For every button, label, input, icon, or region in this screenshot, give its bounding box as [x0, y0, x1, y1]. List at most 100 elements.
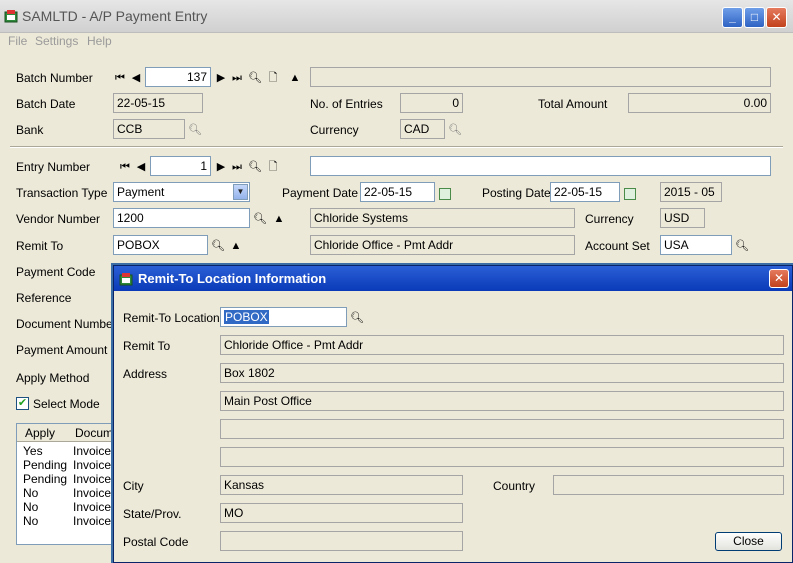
search-icon[interactable]: 🔍︎ — [735, 239, 749, 253]
address-line-1: Box 1802 — [220, 363, 784, 383]
select-mode-checkbox[interactable]: ✔ — [16, 397, 29, 410]
apply-method-label: Apply Method — [16, 371, 90, 385]
search-icon[interactable]: 🔍︎ — [248, 71, 262, 85]
search-icon[interactable]: 🔍︎ — [248, 160, 262, 174]
transaction-type-label: Transaction Type — [16, 186, 108, 200]
cell-apply: Pending — [23, 472, 68, 486]
batch-description-field[interactable] — [310, 67, 771, 87]
country-label: Country — [493, 479, 536, 493]
menu-file[interactable]: File — [8, 34, 27, 48]
posting-date-label: Posting Date — [482, 186, 551, 200]
remit-location-input[interactable]: POBOX — [220, 307, 347, 327]
maximize-button[interactable]: □ — [744, 7, 765, 28]
state-field: MO — [220, 503, 463, 523]
previous-record-icon[interactable]: ◀ — [129, 71, 143, 85]
dialog-close-icon[interactable]: ✕ — [769, 269, 789, 288]
new-document-icon[interactable]: 🗋 — [266, 71, 280, 85]
dialog-title-bar: Remit-To Location Information ✕ — [114, 266, 792, 291]
select-mode-label: Select Mode — [33, 397, 100, 411]
next-record-icon[interactable]: ▶ — [214, 71, 228, 85]
new-document-icon[interactable]: 🗋 — [266, 160, 280, 174]
dialog-title: Remit-To Location Information — [138, 271, 327, 286]
window-title: SAMLTD - A/P Payment Entry — [22, 8, 208, 24]
entry-number-label: Entry Number — [16, 160, 91, 174]
batch-number-label: Batch Number — [16, 71, 93, 85]
cell-document: Invoice — [73, 444, 112, 458]
batch-date-field: 22-05-15 — [113, 93, 203, 113]
app-icon — [4, 9, 18, 23]
payment-date-label: Payment Date — [282, 186, 359, 200]
entry-number-input[interactable]: 1 — [150, 156, 211, 176]
calendar-icon[interactable] — [439, 188, 451, 200]
zoom-up-icon[interactable]: ▲ — [272, 212, 286, 226]
zoom-up-icon[interactable]: ▲ — [229, 239, 243, 253]
vendor-currency-field: USD — [660, 208, 705, 228]
vendor-number-input[interactable]: 1200 — [113, 208, 250, 228]
table-row[interactable]: Pending Invoice — [17, 458, 115, 472]
search-icon[interactable]: 🔍︎ — [211, 239, 225, 253]
batch-date-label: Batch Date — [16, 97, 76, 111]
address-line-2: Main Post Office — [220, 391, 784, 411]
payment-code-label: Payment Code — [16, 265, 96, 279]
first-record-icon[interactable]: ⏮ — [118, 160, 132, 174]
column-header-apply[interactable]: Apply — [25, 426, 55, 440]
table-row[interactable]: No Invoice — [17, 500, 115, 514]
cell-apply: No — [23, 514, 39, 528]
remit-to-dialog: Remit-To Location Information ✕ Remit-To… — [113, 265, 793, 563]
remit-to-label: Remit To — [123, 339, 171, 353]
close-button[interactable]: Close — [715, 532, 782, 551]
table-row[interactable]: No Invoice — [17, 486, 115, 500]
address-line-4 — [220, 447, 784, 467]
search-icon[interactable]: 🔍︎ — [188, 123, 202, 137]
account-set-input[interactable]: USA — [660, 235, 732, 255]
last-record-icon[interactable]: ⏭ — [230, 160, 244, 174]
currency-field: CAD — [400, 119, 445, 139]
payment-date-input[interactable]: 22-05-15 — [360, 182, 435, 202]
address-line-3 — [220, 419, 784, 439]
entries-field: 0 — [400, 93, 463, 113]
transaction-type-value: Payment — [117, 185, 165, 199]
posting-date-input[interactable]: 22-05-15 — [550, 182, 620, 202]
search-icon[interactable]: 🔍︎ — [448, 123, 462, 137]
transaction-type-select[interactable]: Payment ▼ — [113, 182, 250, 202]
cell-apply: Pending — [23, 458, 68, 472]
documents-table[interactable]: Apply Docume Yes Invoice Pending Invoice P… — [16, 423, 116, 545]
cell-document: Invoice — [73, 500, 112, 514]
cell-document: Invoice — [73, 514, 112, 528]
remit-location-value: POBOX — [224, 310, 269, 324]
table-row[interactable]: Pending Invoice — [17, 472, 115, 486]
cell-apply: Yes — [23, 444, 43, 458]
cell-document: Invoice — [73, 472, 112, 486]
total-amount-field: 0.00 — [628, 93, 771, 113]
calendar-icon[interactable] — [624, 188, 636, 200]
close-window-button[interactable]: ✕ — [766, 7, 787, 28]
entries-label: No. of Entries — [310, 97, 383, 111]
reference-label: Reference — [16, 291, 72, 305]
search-icon[interactable]: 🔍︎ — [350, 311, 364, 325]
remit-name-field: Chloride Office - Pmt Addr — [310, 235, 575, 255]
zoom-up-icon[interactable]: ▲ — [288, 71, 302, 85]
batch-number-input[interactable]: 137 — [145, 67, 211, 87]
menu-help[interactable]: Help — [87, 34, 112, 48]
search-icon[interactable]: 🔍︎ — [253, 212, 267, 226]
table-row[interactable]: Yes Invoice — [17, 444, 115, 458]
postal-code-field — [220, 531, 463, 551]
last-record-icon[interactable]: ⏭ — [230, 71, 244, 85]
entry-description-input[interactable] — [310, 156, 771, 176]
chevron-down-icon[interactable]: ▼ — [233, 184, 248, 200]
previous-record-icon[interactable]: ◀ — [134, 160, 148, 174]
cell-document: Invoice — [73, 486, 112, 500]
first-record-icon[interactable]: ⏮ — [113, 71, 127, 85]
cell-apply: No — [23, 500, 39, 514]
minimize-button[interactable]: _ — [722, 7, 743, 28]
city-label: City — [123, 479, 144, 493]
fiscal-period-field: 2015 - 05 — [660, 182, 722, 202]
menu-settings[interactable]: Settings — [35, 34, 78, 48]
remit-to-input[interactable]: POBOX — [113, 235, 208, 255]
bank-label: Bank — [16, 123, 44, 137]
column-header-document[interactable]: Docume — [75, 426, 115, 440]
currency-label: Currency — [310, 123, 359, 137]
next-record-icon[interactable]: ▶ — [214, 160, 228, 174]
table-row[interactable]: No Invoice — [17, 514, 115, 528]
bank-field: CCB — [113, 119, 185, 139]
